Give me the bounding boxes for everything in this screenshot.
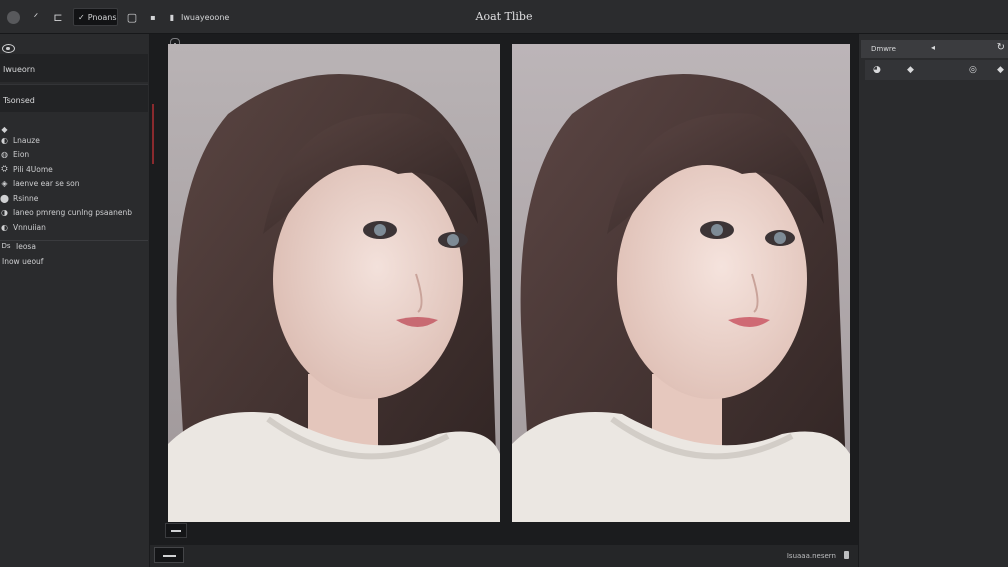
circle-icon: ◍ (1, 149, 8, 159)
half-circle-icon: ◐ (1, 135, 8, 145)
top-toolbar: ᐟ ⊏ ✓ Pnoans ▢ ▪ ▮ Iwuayeoone Aoat Tlibe (0, 0, 1008, 34)
pin-icon: ◐ (1, 222, 8, 232)
target-icon[interactable]: ◎ (969, 65, 977, 75)
list-item-label: Ieosa (16, 241, 36, 251)
zoom-out-button[interactable] (165, 523, 187, 538)
portrait-image (512, 44, 850, 522)
list-item-label: Ianeo pmreng cunlng psaanenb (13, 207, 133, 217)
list-item-label: Pili 4Uome (13, 164, 53, 174)
lock-icon[interactable] (844, 551, 849, 559)
list-item[interactable]: ◐ Lnauze (0, 133, 40, 147)
list-item[interactable]: ◐ Vnnuiian (0, 220, 46, 234)
list-item-label: Rsinne (13, 193, 39, 203)
section-header-1[interactable]: Iwueorn (0, 54, 148, 82)
list-item[interactable]: Ds Ieosa (0, 239, 36, 253)
minus-button[interactable] (154, 547, 184, 563)
status-text: Isuaaa.nesern (786, 552, 836, 560)
window-title: Aoat Tlibe (475, 10, 533, 23)
list-item-label: Inow ueouf (2, 256, 44, 266)
ds-icon: Ds (1, 242, 11, 250)
list-item[interactable]: ◑ Ianeo pmreng cunlng psaanenb (0, 205, 132, 219)
list-item[interactable]: ◍ Eion (0, 147, 29, 161)
list-item-label: Vnnuiian (13, 222, 46, 232)
shield-icon: ◈ (1, 178, 8, 188)
contrast-icon: ◑ (1, 207, 8, 217)
portrait-image (168, 44, 500, 522)
list-item[interactable]: ◈ Iaenve ear se son (0, 176, 79, 190)
right-panel-title: Dmwre (871, 45, 896, 53)
right-panel: Dmwre ◂ ↻ ◕ ◆ ◎ ◆ (858, 34, 1008, 567)
list-item[interactable]: Inow ueouf (0, 254, 43, 268)
list-item-label: Lnauze (13, 135, 40, 145)
right-panel-header[interactable]: Dmwre ◂ ↻ (861, 40, 1008, 58)
left-panel: Iwueorn Tsonsed ◆ ◐ Lnauze ◍ Eion ⛭ Pili… (0, 34, 150, 567)
list-item[interactable]: ⬤ Rsinne (0, 191, 38, 205)
diamond-icon[interactable]: ◆ (997, 65, 1004, 75)
diamond-icon[interactable]: ◆ (907, 65, 914, 75)
eye-icon[interactable] (2, 44, 15, 53)
list-item-label: Eion (13, 149, 30, 159)
bottom-bar: Isuaaa.nesern (150, 545, 858, 567)
pin-icon[interactable]: ◕ (873, 65, 881, 75)
list-item-label: Iaenve ear se son (13, 178, 80, 188)
refresh-icon[interactable]: ↻ (997, 42, 1005, 53)
gear-icon: ⛭ (1, 164, 8, 173)
chevron-icon[interactable]: ◂ (931, 43, 935, 52)
right-panel-toolbar: ◕ ◆ ◎ ◆ (865, 60, 1008, 80)
dot-icon: ⬤ (0, 193, 9, 203)
list-item[interactable]: ⛭ Pili 4Uome (0, 162, 53, 176)
section-header-2[interactable]: Tsonsed (0, 84, 148, 112)
panel-resize-indicator (152, 104, 154, 164)
portrait-edited[interactable] (512, 44, 850, 522)
portrait-original[interactable] (168, 44, 500, 522)
